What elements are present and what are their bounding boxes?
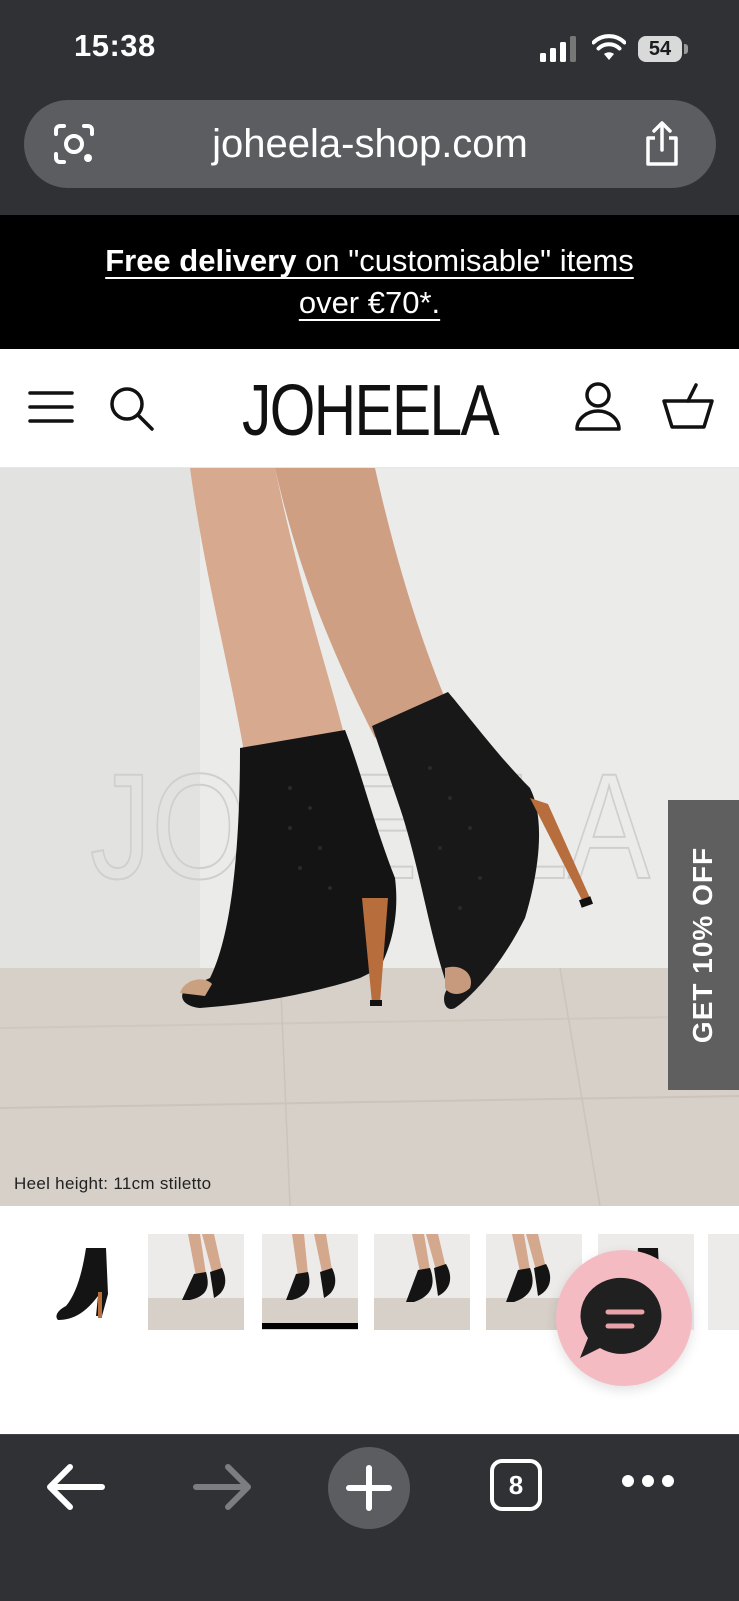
promo-banner[interactable]: Free delivery on "customisable" items ov… [0, 215, 739, 349]
thumbnail-photo [374, 1234, 470, 1330]
battery-icon: 54 [638, 36, 688, 62]
thumbnail-selected-indicator [262, 1323, 358, 1329]
logo-text: JOHEELA [242, 375, 500, 445]
thumbnail-photo [148, 1234, 244, 1330]
battery-level: 54 [648, 38, 672, 60]
promo-bold-text[interactable]: Free delivery [105, 243, 296, 278]
chat-icon[interactable] [556, 1250, 692, 1386]
promo-line-1[interactable]: Free delivery on "customisable" items [0, 243, 739, 279]
boot-thumbnail-image [56, 1248, 108, 1320]
search-icon[interactable] [106, 383, 156, 433]
chat-button[interactable] [556, 1250, 692, 1386]
discount-side-tab[interactable]: GET 10% OFF [668, 800, 739, 1090]
more-icon[interactable] [620, 1471, 676, 1491]
lens-icon[interactable] [52, 122, 96, 166]
menu-icon[interactable] [28, 387, 74, 427]
share-icon[interactable] [640, 120, 684, 168]
thumbnail-photo [262, 1234, 358, 1330]
browser-top-bar: 15:38 54 joheela-shop.com [0, 0, 739, 215]
wifi-icon [592, 34, 626, 60]
url-text[interactable]: joheela-shop.com [24, 100, 716, 188]
cart-icon[interactable] [662, 383, 714, 431]
back-arrow-icon[interactable] [46, 1463, 106, 1511]
discount-tab-text[interactable]: GET 10% OFF [687, 847, 719, 1043]
thumbnail-3[interactable] [262, 1234, 358, 1330]
status-time: 15:38 [74, 28, 156, 63]
thumbnail-7[interactable] [708, 1234, 739, 1330]
tabs-icon[interactable]: 8 [490, 1459, 542, 1511]
cellular-signal-icon [540, 36, 576, 62]
promo-line-2[interactable]: over €70*. [0, 285, 739, 321]
browser-bottom-toolbar: 8 [0, 1434, 739, 1601]
promo-threshold[interactable]: over €70*. [299, 285, 440, 320]
plus-icon[interactable] [328, 1447, 410, 1529]
promo-text[interactable]: on "customisable" items [296, 243, 634, 278]
site-header: JOHEELA [0, 349, 739, 468]
thumbnail-4[interactable] [374, 1234, 470, 1330]
account-icon[interactable] [574, 381, 622, 433]
joheela-logo[interactable]: JOHEELA [240, 375, 500, 445]
new-tab-button[interactable] [328, 1447, 410, 1529]
hero-photo: JOHEELA [0, 468, 739, 1206]
thumbnail-1[interactable] [36, 1234, 132, 1330]
thumbnail-2[interactable] [148, 1234, 244, 1330]
address-bar[interactable]: joheela-shop.com [24, 100, 716, 188]
product-hero-image[interactable]: JOHEELA Heel height: 11cm stiletto [0, 468, 739, 1206]
heel-height-caption: Heel height: 11cm stiletto [14, 1174, 212, 1193]
forward-arrow-icon[interactable] [192, 1463, 252, 1511]
